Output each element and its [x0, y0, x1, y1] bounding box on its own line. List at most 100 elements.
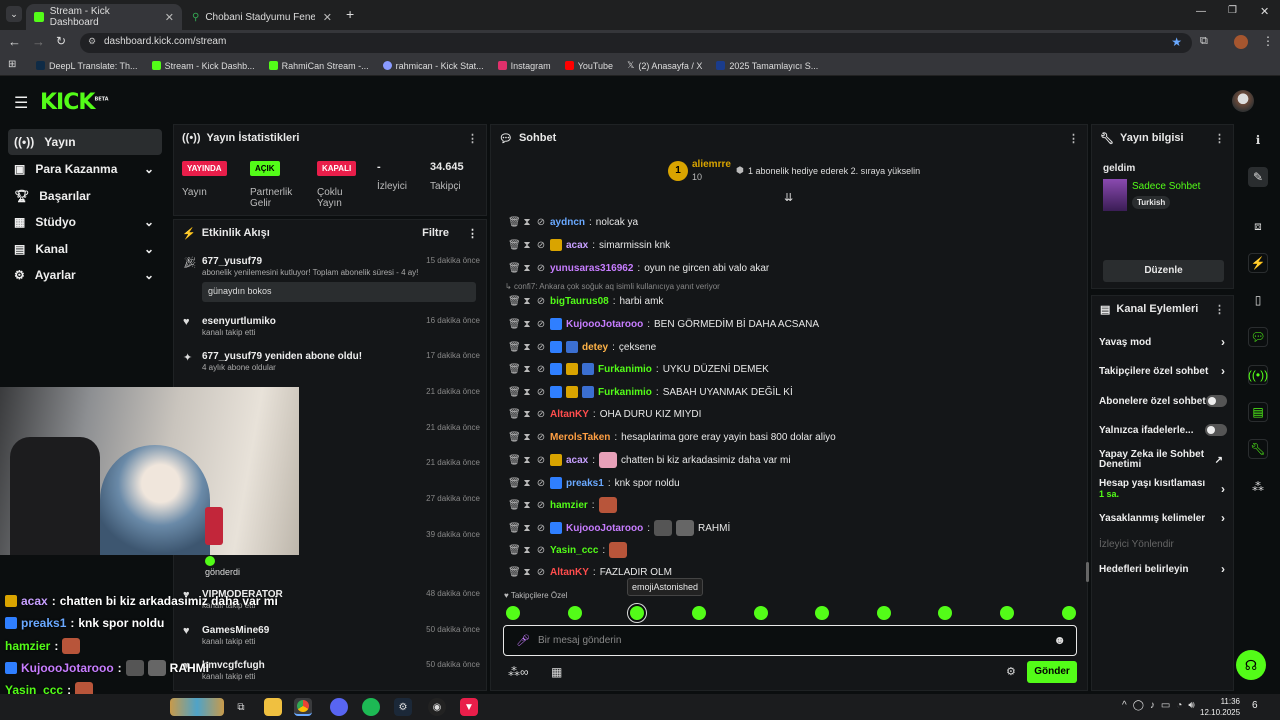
- close-tab-icon[interactable]: ✕: [323, 11, 332, 24]
- chat-username[interactable]: Yasin_ccc: [550, 545, 598, 556]
- timeout-icon[interactable]: ⧗: [522, 409, 532, 420]
- reload-icon[interactable]: ↻: [56, 34, 66, 48]
- extensions-icon[interactable]: ⧉: [1200, 35, 1208, 48]
- bookmark-x[interactable]: 𝕏 (2) Anasayfa / X: [627, 60, 702, 71]
- back-icon[interactable]: ←: [8, 34, 21, 49]
- chat-username[interactable]: hamzier: [550, 500, 588, 511]
- ban-icon[interactable]: ⊘: [536, 545, 546, 556]
- ban-icon[interactable]: ⊘: [536, 500, 546, 511]
- minimize-icon[interactable]: —: [1196, 6, 1206, 17]
- more-options-icon[interactable]: ⋮: [1068, 132, 1079, 145]
- chat-tools-icon[interactable]: ⁂∞: [508, 665, 529, 679]
- collapse-pinned-icon[interactable]: ⇊: [784, 191, 793, 204]
- timeout-icon[interactable]: ⧗: [522, 319, 532, 330]
- share-icon[interactable]: ⁂: [1248, 477, 1268, 497]
- ban-icon[interactable]: ⊘: [536, 364, 546, 375]
- chat-input-box[interactable]: 🎤︎ Bir mesaj gönderin ☻: [503, 625, 1077, 656]
- more-options-icon[interactable]: ⋮: [467, 132, 478, 145]
- quick-emoji-button[interactable]: [1000, 606, 1014, 620]
- timeout-icon[interactable]: ⧗: [522, 478, 532, 489]
- ban-icon[interactable]: ⊘: [536, 432, 546, 443]
- chat-bubble-icon[interactable]: 💬︎: [1248, 327, 1268, 347]
- delete-icon[interactable]: 🗑︎: [508, 500, 521, 511]
- chat-scrollbar[interactable]: [1086, 562, 1089, 582]
- bookmark-star-icon[interactable]: ★: [1171, 35, 1182, 49]
- bookmark-rahmican-stream[interactable]: RahmiCan Stream -...: [268, 61, 369, 71]
- wrench-icon[interactable]: 🔧︎: [1248, 439, 1268, 459]
- delete-icon[interactable]: 🗑︎: [508, 364, 521, 375]
- timeout-icon[interactable]: ⧗: [522, 567, 532, 578]
- send-button[interactable]: Gönder: [1027, 661, 1077, 683]
- quick-emoji-button[interactable]: [630, 606, 644, 620]
- chat-username[interactable]: Furkanimio: [598, 387, 652, 398]
- delete-icon[interactable]: 🗑︎: [508, 567, 521, 578]
- steam-icon[interactable]: ⚙: [394, 698, 412, 716]
- action-slow-mode[interactable]: Yavaş mod ›: [1099, 335, 1227, 349]
- action-ai-moderation[interactable]: Yapay Zeka ile Sohbet Denetimi ↗: [1099, 450, 1227, 470]
- chat-username[interactable]: preaks1: [566, 478, 604, 489]
- ban-icon[interactable]: ⊘: [536, 567, 546, 578]
- bookmark-kick-stats[interactable]: rahmican - Kick Stat...: [382, 61, 484, 71]
- quick-emoji-button[interactable]: [754, 606, 768, 620]
- discord-icon[interactable]: [330, 698, 348, 716]
- delete-icon[interactable]: 🗑︎: [508, 523, 521, 534]
- delete-icon[interactable]: 🗑︎: [508, 545, 521, 556]
- quick-emoji-button[interactable]: [877, 606, 891, 620]
- ban-icon[interactable]: ⊘: [536, 387, 546, 398]
- chat-username[interactable]: MerolsTaken: [550, 432, 610, 443]
- subscribers-only-toggle[interactable]: [1205, 395, 1227, 407]
- restore-icon[interactable]: ❐: [1228, 5, 1237, 16]
- ban-icon[interactable]: ⊘: [536, 296, 546, 307]
- ban-icon[interactable]: ⊘: [536, 263, 546, 274]
- sidebar-item-ayarlar[interactable]: ⚙ Ayarlar ⌄: [8, 262, 162, 288]
- ban-icon[interactable]: ⊘: [536, 478, 546, 489]
- chat-username[interactable]: AltanKY: [550, 567, 589, 578]
- action-set-goals[interactable]: Hedefleri belirleyin ›: [1099, 562, 1227, 576]
- lightning-icon[interactable]: ⚡: [1248, 253, 1268, 273]
- quick-emoji-button[interactable]: [692, 606, 706, 620]
- timeout-icon[interactable]: ⧗: [522, 342, 532, 353]
- timeout-icon[interactable]: ⧗: [522, 240, 532, 251]
- delete-icon[interactable]: 🗑︎: [508, 387, 521, 398]
- site-info-icon[interactable]: ⚙: [88, 36, 96, 47]
- delete-icon[interactable]: 🗑︎: [508, 217, 521, 228]
- chat-username[interactable]: KujoooJotarooo: [566, 523, 643, 534]
- gift-box-icon[interactable]: ▦: [551, 665, 562, 679]
- chat-input[interactable]: Bir mesaj gönderin: [538, 635, 621, 646]
- filter-button[interactable]: Filtre: [422, 227, 449, 239]
- sidebar-item-basarilar[interactable]: 🏆︎ Başarılar: [8, 183, 162, 209]
- chat-username[interactable]: acax: [566, 455, 588, 466]
- browser-tab-active[interactable]: Stream - Kick Dashboard ✕: [26, 4, 182, 30]
- delete-icon[interactable]: 🗑︎: [508, 409, 521, 420]
- timeout-icon[interactable]: ⧗: [522, 523, 532, 534]
- category-name[interactable]: Sadece Sohbet: [1132, 181, 1200, 192]
- ban-icon[interactable]: ⊘: [536, 319, 546, 330]
- quick-emoji-button[interactable]: [568, 606, 582, 620]
- close-window-icon[interactable]: ✕: [1260, 5, 1269, 18]
- support-button[interactable]: ☊: [1236, 650, 1266, 680]
- chat-username[interactable]: Furkanimio: [598, 364, 652, 375]
- timeout-icon[interactable]: ⧗: [522, 364, 532, 375]
- microphone-icon[interactable]: 🎤︎: [516, 634, 530, 647]
- gifter-username[interactable]: aliemrre: [692, 159, 731, 170]
- delete-icon[interactable]: 🗑︎: [508, 296, 521, 307]
- delete-icon[interactable]: 🗑︎: [508, 319, 521, 330]
- file-explorer-icon[interactable]: [264, 698, 282, 716]
- app-icon[interactable]: ▼: [460, 698, 478, 716]
- timeout-icon[interactable]: ⧗: [522, 263, 532, 274]
- action-banned-words[interactable]: Yasaklanmış kelimeler ›: [1099, 511, 1227, 525]
- quick-emoji-button[interactable]: [815, 606, 829, 620]
- close-tab-icon[interactable]: ✕: [165, 11, 174, 24]
- more-options-icon[interactable]: ⋮: [1214, 303, 1225, 316]
- chat-username[interactable]: aydncn: [550, 217, 585, 228]
- forward-icon[interactable]: →: [32, 34, 45, 49]
- sidebar-item-yayin[interactable]: ((•)) Yayın: [8, 129, 162, 155]
- browser-tab[interactable]: ⚲ Chobani Stadyumu Fenerbahçe ✕: [184, 4, 340, 30]
- ban-icon[interactable]: ⊘: [536, 455, 546, 466]
- user-avatar[interactable]: [1232, 90, 1254, 112]
- bookmark-instagram[interactable]: Instagram: [497, 61, 551, 71]
- timeout-icon[interactable]: ⧗: [522, 500, 532, 511]
- emotes-only-toggle[interactable]: [1205, 424, 1227, 436]
- emoji-picker-icon[interactable]: ☻: [1053, 633, 1066, 647]
- chat-username[interactable]: bigTaurus08: [550, 296, 609, 307]
